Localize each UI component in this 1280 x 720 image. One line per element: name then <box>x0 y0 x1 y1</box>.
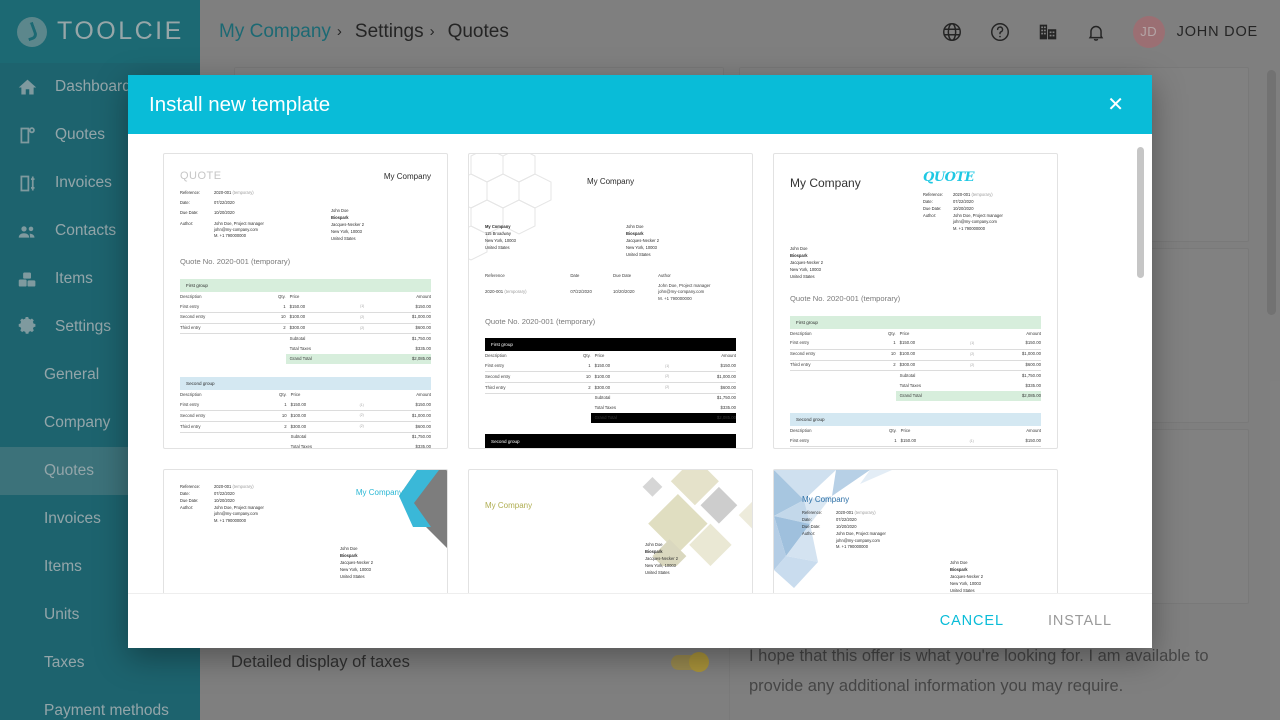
doc-items-table: DescriptionQty.PriceAmount First entry1$… <box>485 448 736 449</box>
doc-quote-number: Quote No. 2020-001 (temporary) <box>485 317 596 327</box>
doc-group-header: First group <box>790 315 1041 329</box>
gallery-scrollbar[interactable] <box>1137 147 1144 278</box>
cancel-button[interactable]: CANCEL <box>936 607 1008 635</box>
label-date: Date: <box>180 200 190 206</box>
template-card-2[interactable]: My Company My Company 115 Broadway New Y… <box>468 153 753 449</box>
doc-client: John Doe Biospark Jacques-Necker 2 New Y… <box>331 208 364 241</box>
value-reference: 2020-001 <box>214 190 232 196</box>
label-reference: Reference: <box>180 190 201 196</box>
doc-title: QUOTE <box>180 170 222 182</box>
doc-client: John Doe Biospark Jacques-Necker 2 New Yor… <box>950 560 983 593</box>
template-preview-1: QUOTE My Company Reference: 2020-001 (te… <box>164 154 447 448</box>
doc-group-header: Second group <box>180 376 431 391</box>
doc-client: John Doe Biospark Jacques-Necker 2 New Yor… <box>340 545 373 579</box>
doc-group-header: Second group <box>790 412 1041 427</box>
doc-items-table: DescriptionQty.PriceAmount First entry1$… <box>180 292 431 364</box>
value-due-date: 10/20/2020 <box>214 210 235 216</box>
doc-company: My Company <box>790 176 861 190</box>
install-button[interactable]: INSTALL <box>1044 607 1116 635</box>
doc-group-header: First group <box>180 278 431 293</box>
template-card-1[interactable]: QUOTE My Company Reference: 2020-001 (te… <box>163 153 448 449</box>
doc-company: My Company <box>586 177 635 186</box>
value-reference-note: (temporary) <box>232 190 254 196</box>
dialog-title: Install new template <box>149 92 331 116</box>
template-card-6[interactable]: My Company Reference: 2020-001 (temporar… <box>773 469 1058 593</box>
doc-company: My Company <box>485 501 533 510</box>
doc-client: John Doe Biospark Jacques-Necker 2 New Yor… <box>645 542 678 576</box>
doc-company: My Company <box>355 488 403 497</box>
dialog-header: Install new template ✕ <box>128 75 1152 134</box>
value-author-email: john@my-company.com <box>214 226 258 232</box>
doc-client: John Doe Biospark Jacques-Necker 2 New Yor… <box>626 224 659 258</box>
install-template-dialog: Install new template ✕ QUOTE My Company … <box>128 75 1152 648</box>
label-due-date: Due Date: <box>180 210 199 216</box>
doc-items-table: DescriptionQty.PriceAmount First entry1$… <box>485 351 736 424</box>
doc-client: John Doe Biospark Jacques-Necker 2 New Yor… <box>790 245 823 279</box>
doc-items-table: DescriptionQty.PriceAmount First entry1$… <box>180 392 431 449</box>
template-card-3[interactable]: My Company QUOTE Reference: 2020-001 (te… <box>773 153 1058 449</box>
doc-group-header: Second group <box>485 434 736 448</box>
label-author: Author: <box>180 220 194 226</box>
doc-company: My Company <box>383 172 431 181</box>
doc-sender: My Company 115 Broadway New York, 10003 … <box>485 224 516 251</box>
value-author: John Doe, Project manager <box>214 220 264 226</box>
doc-items-table: DescriptionQty.PriceAmount First entry1$… <box>790 329 1041 401</box>
doc-items-table: DescriptionQty.PriceAmount First entry1$… <box>790 426 1041 448</box>
doc-group-header: First group <box>485 337 736 352</box>
template-card-5[interactable]: My Company John Doe Biospark Jacques-Neck… <box>468 469 753 593</box>
template-preview-5: My Company John Doe Biospark Jacques-Neck… <box>469 470 752 593</box>
template-preview-2: My Company My Company 115 Broadway New Y… <box>469 154 752 448</box>
template-preview-3: My Company QUOTE Reference: 2020-001 (te… <box>774 154 1057 448</box>
template-preview-4: Reference: 2020-001 (temporary) Date: 07/… <box>164 470 447 593</box>
template-grid: QUOTE My Company Reference: 2020-001 (te… <box>163 153 1118 593</box>
doc-quote-number: Quote No. 2020-001 (temporary) <box>180 256 291 266</box>
doc-quote-number: Quote No. 2020-001 (temporary) <box>790 293 901 303</box>
doc-title: QUOTE <box>923 170 975 185</box>
dialog-footer: CANCEL INSTALL <box>128 593 1152 648</box>
template-card-4[interactable]: Reference: 2020-001 (temporary) Date: 07/… <box>163 469 448 593</box>
doc-meta-table: ReferenceDateDue DateAuthor 2020-001 (te… <box>485 272 711 301</box>
doc-company: My Company <box>802 495 850 504</box>
template-preview-6: My Company Reference: 2020-001 (temporar… <box>774 470 1057 593</box>
close-icon[interactable]: ✕ <box>1099 89 1132 121</box>
doc-meta-table: ReferenceDateDue DateAuthor 2020-001 (te… <box>485 591 736 594</box>
template-gallery[interactable]: QUOTE My Company Reference: 2020-001 (te… <box>128 134 1152 593</box>
value-author-phone: M. +1 790000000 <box>214 233 246 239</box>
value-date: 07/22/2020 <box>214 200 235 206</box>
